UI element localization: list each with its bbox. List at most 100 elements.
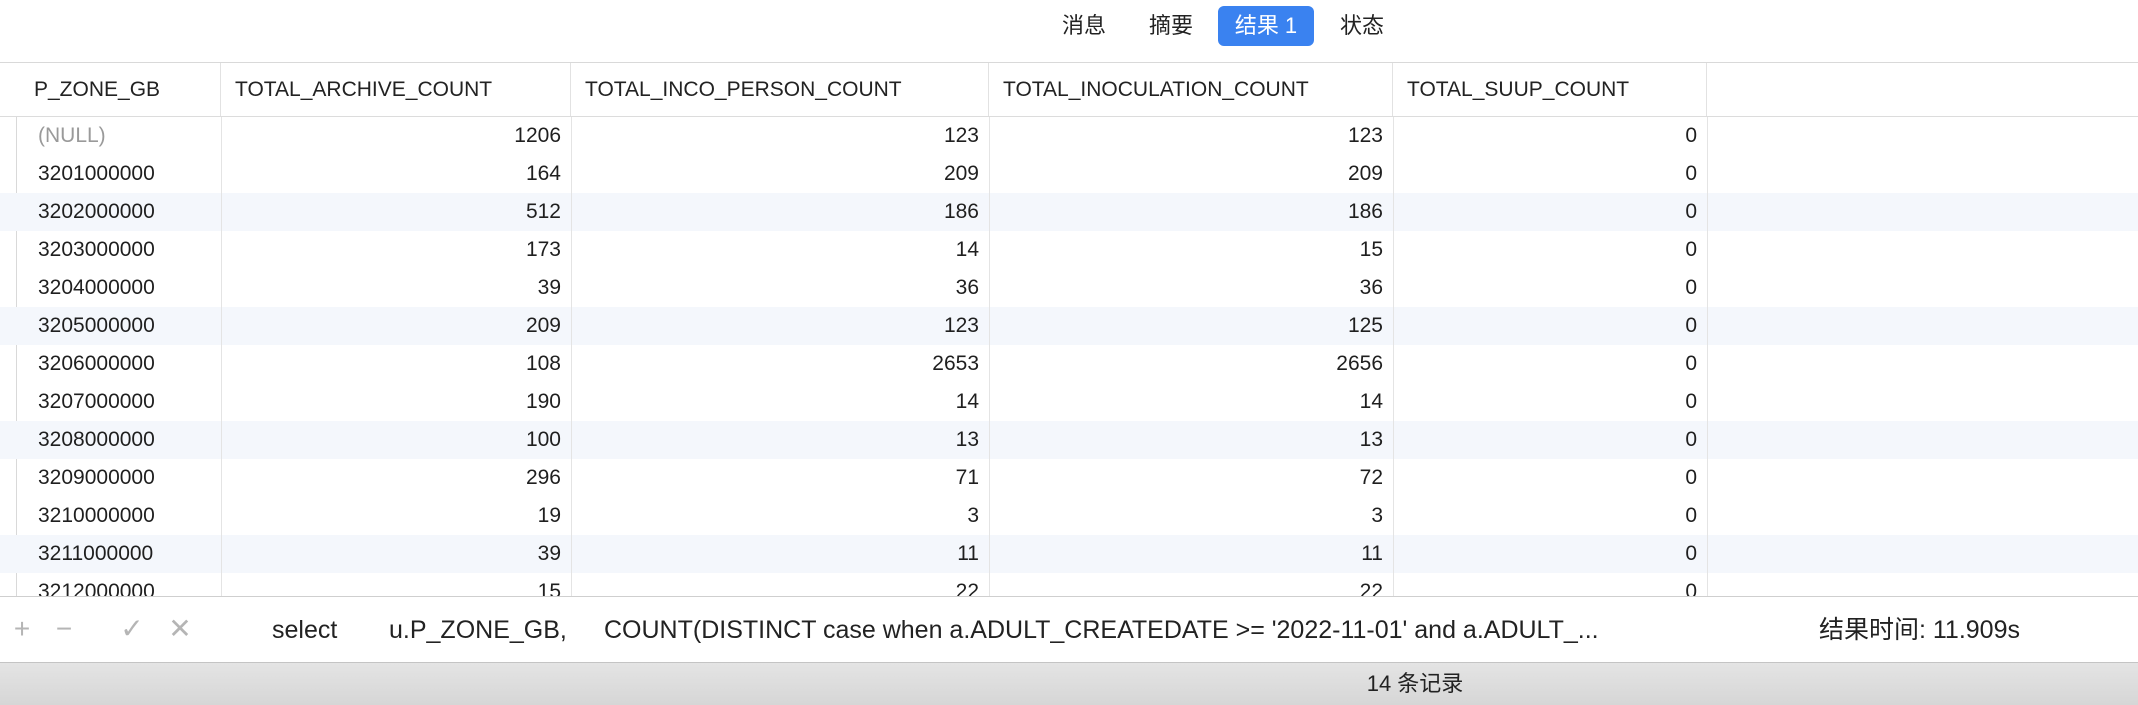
tab-summary[interactable]: 摘要 bbox=[1140, 6, 1202, 46]
cell-total-inoculation-count[interactable]: 123 bbox=[989, 117, 1393, 155]
cell-p-zone-gb[interactable]: (NULL) bbox=[20, 117, 221, 155]
cell-total-inco-person-count[interactable]: 14 bbox=[571, 231, 989, 269]
cell-total-suup-count[interactable]: 0 bbox=[1393, 345, 1707, 383]
column-header-total-inco-person-count[interactable]: TOTAL_INCO_PERSON_COUNT bbox=[571, 63, 989, 116]
cell-total-inco-person-count[interactable]: 186 bbox=[571, 193, 989, 231]
cell-p-zone-gb[interactable]: 3202000000 bbox=[20, 193, 221, 231]
cell-total-suup-count[interactable]: 0 bbox=[1393, 497, 1707, 535]
grid-header: P_ZONE_GB TOTAL_ARCHIVE_COUNT TOTAL_INCO… bbox=[0, 63, 2138, 117]
apply-changes-icon[interactable]: ✓ bbox=[116, 609, 148, 649]
cell-p-zone-gb[interactable]: 3210000000 bbox=[20, 497, 221, 535]
cell-total-inoculation-count[interactable]: 36 bbox=[989, 269, 1393, 307]
cell-total-inoculation-count[interactable]: 14 bbox=[989, 383, 1393, 421]
tab-result-1[interactable]: 结果 1 bbox=[1218, 6, 1314, 46]
discard-changes-icon[interactable]: ✕ bbox=[164, 609, 196, 649]
table-row[interactable]: 3211000000 39 11 11 0 bbox=[0, 535, 2138, 573]
tab-status[interactable]: 状态 bbox=[1332, 6, 1392, 46]
table-row[interactable]: 3209000000 296 71 72 0 bbox=[0, 459, 2138, 497]
cell-total-archive-count[interactable]: 296 bbox=[221, 459, 571, 497]
table-row[interactable]: 3212000000 15 22 22 0 bbox=[0, 573, 2138, 596]
cell-total-archive-count[interactable]: 209 bbox=[221, 307, 571, 345]
column-header-p-zone-gb[interactable]: P_ZONE_GB bbox=[20, 63, 221, 116]
table-row[interactable]: 3205000000 209 123 125 0 bbox=[0, 307, 2138, 345]
cell-total-inco-person-count[interactable]: 11 bbox=[571, 535, 989, 573]
table-row[interactable]: 3204000000 39 36 36 0 bbox=[0, 269, 2138, 307]
cell-total-suup-count[interactable]: 0 bbox=[1393, 193, 1707, 231]
cell-total-archive-count[interactable]: 39 bbox=[221, 535, 571, 573]
cell-total-suup-count[interactable]: 0 bbox=[1393, 459, 1707, 497]
cell-total-archive-count[interactable]: 1206 bbox=[221, 117, 571, 155]
cell-total-inoculation-count[interactable]: 2656 bbox=[989, 345, 1393, 383]
cell-total-inco-person-count[interactable]: 3 bbox=[571, 497, 989, 535]
cell-total-archive-count[interactable]: 100 bbox=[221, 421, 571, 459]
cell-total-inoculation-count[interactable]: 125 bbox=[989, 307, 1393, 345]
cell-total-suup-count[interactable]: 0 bbox=[1393, 307, 1707, 345]
add-record-icon[interactable]: + bbox=[6, 609, 38, 649]
cell-total-inoculation-count[interactable]: 72 bbox=[989, 459, 1393, 497]
cell-p-zone-gb[interactable]: 3204000000 bbox=[20, 269, 221, 307]
cell-total-suup-count[interactable]: 0 bbox=[1393, 231, 1707, 269]
query-bar: + − ✓ ✕ select u.P_ZONE_GB, COUNT(DISTIN… bbox=[0, 596, 2138, 663]
delete-record-icon[interactable]: − bbox=[48, 609, 80, 649]
cell-total-suup-count[interactable]: 0 bbox=[1393, 155, 1707, 193]
cell-total-archive-count[interactable]: 19 bbox=[221, 497, 571, 535]
column-divider bbox=[1393, 117, 1394, 596]
result-time: 结果时间: 11.909s bbox=[1818, 616, 2020, 644]
cell-total-archive-count[interactable]: 164 bbox=[221, 155, 571, 193]
cell-total-suup-count[interactable]: 0 bbox=[1393, 535, 1707, 573]
column-header-total-archive-count[interactable]: TOTAL_ARCHIVE_COUNT bbox=[221, 63, 571, 116]
column-header-total-inoculation-count[interactable]: TOTAL_INOCULATION_COUNT bbox=[989, 63, 1393, 116]
table-row[interactable]: 3208000000 100 13 13 0 bbox=[0, 421, 2138, 459]
cell-p-zone-gb[interactable]: 3207000000 bbox=[20, 383, 221, 421]
status-bar: 14 条记录 bbox=[0, 662, 2138, 705]
tab-messages[interactable]: 消息 bbox=[1054, 6, 1114, 46]
cell-p-zone-gb[interactable]: 3201000000 bbox=[20, 155, 221, 193]
table-row[interactable]: 3201000000 164 209 209 0 bbox=[0, 155, 2138, 193]
table-row[interactable]: 3206000000 108 2653 2656 0 bbox=[0, 345, 2138, 383]
cell-p-zone-gb[interactable]: 3205000000 bbox=[20, 307, 221, 345]
cell-total-inco-person-count[interactable]: 13 bbox=[571, 421, 989, 459]
cell-total-archive-count[interactable]: 190 bbox=[221, 383, 571, 421]
cell-total-archive-count[interactable]: 512 bbox=[221, 193, 571, 231]
cell-total-inoculation-count[interactable]: 11 bbox=[989, 535, 1393, 573]
cell-total-inco-person-count[interactable]: 14 bbox=[571, 383, 989, 421]
cell-p-zone-gb[interactable]: 3209000000 bbox=[20, 459, 221, 497]
cell-total-suup-count[interactable]: 0 bbox=[1393, 383, 1707, 421]
cell-total-archive-count[interactable]: 39 bbox=[221, 269, 571, 307]
cell-total-inco-person-count[interactable]: 209 bbox=[571, 155, 989, 193]
cell-total-inco-person-count[interactable]: 71 bbox=[571, 459, 989, 497]
column-divider bbox=[1707, 117, 1708, 596]
cell-total-inco-person-count[interactable]: 123 bbox=[571, 117, 989, 155]
cell-total-inoculation-count[interactable]: 22 bbox=[989, 573, 1393, 596]
cell-total-inco-person-count[interactable]: 36 bbox=[571, 269, 989, 307]
cell-total-inco-person-count[interactable]: 22 bbox=[571, 573, 989, 596]
cell-p-zone-gb[interactable]: 3203000000 bbox=[20, 231, 221, 269]
table-row[interactable]: 3203000000 173 14 15 0 bbox=[0, 231, 2138, 269]
cell-p-zone-gb[interactable]: 3212000000 bbox=[20, 573, 221, 596]
cell-total-suup-count[interactable]: 0 bbox=[1393, 269, 1707, 307]
cell-total-inoculation-count[interactable]: 186 bbox=[989, 193, 1393, 231]
cell-total-inoculation-count[interactable]: 3 bbox=[989, 497, 1393, 535]
cell-total-archive-count[interactable]: 15 bbox=[221, 573, 571, 596]
cell-total-archive-count[interactable]: 108 bbox=[221, 345, 571, 383]
cell-p-zone-gb[interactable]: 3208000000 bbox=[20, 421, 221, 459]
column-divider bbox=[989, 117, 990, 596]
cell-total-inoculation-count[interactable]: 15 bbox=[989, 231, 1393, 269]
table-row[interactable]: 3207000000 190 14 14 0 bbox=[0, 383, 2138, 421]
cell-total-inco-person-count[interactable]: 123 bbox=[571, 307, 989, 345]
cell-total-suup-count[interactable]: 0 bbox=[1393, 573, 1707, 596]
cell-total-suup-count[interactable]: 0 bbox=[1393, 421, 1707, 459]
table-row[interactable]: (NULL) 1206 123 123 0 bbox=[0, 117, 2138, 155]
table-row[interactable]: 3210000000 19 3 3 0 bbox=[0, 497, 2138, 535]
cell-total-inoculation-count[interactable]: 13 bbox=[989, 421, 1393, 459]
cell-p-zone-gb[interactable]: 3206000000 bbox=[20, 345, 221, 383]
cell-total-inco-person-count[interactable]: 2653 bbox=[571, 345, 989, 383]
cell-total-suup-count[interactable]: 0 bbox=[1393, 117, 1707, 155]
cell-p-zone-gb[interactable]: 3211000000 bbox=[20, 535, 221, 573]
table-row[interactable]: 3202000000 512 186 186 0 bbox=[0, 193, 2138, 231]
sql-query-keyword: select bbox=[272, 616, 338, 644]
cell-total-inoculation-count[interactable]: 209 bbox=[989, 155, 1393, 193]
cell-total-archive-count[interactable]: 173 bbox=[221, 231, 571, 269]
result-tab-bar: 消息 摘要 结果 1 状态 bbox=[0, 0, 2138, 63]
column-header-total-suup-count[interactable]: TOTAL_SUUP_COUNT bbox=[1393, 63, 1707, 116]
